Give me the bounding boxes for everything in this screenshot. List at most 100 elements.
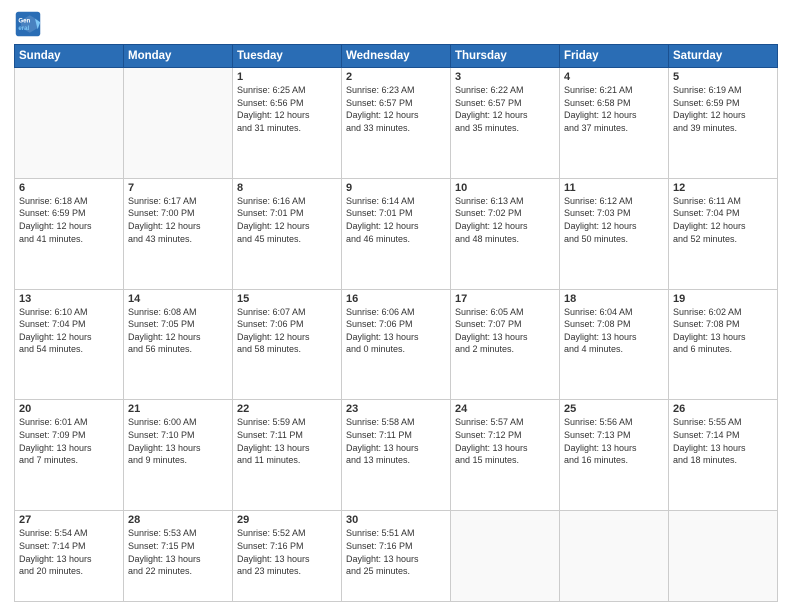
- day-number: 30: [346, 514, 446, 526]
- day-info: Sunrise: 6:02 AM Sunset: 7:08 PM Dayligh…: [673, 306, 773, 356]
- day-number: 29: [237, 514, 337, 526]
- logo: Gen eral: [14, 10, 46, 38]
- day-number: 24: [455, 403, 555, 415]
- calendar-cell: 13Sunrise: 6:10 AM Sunset: 7:04 PM Dayli…: [15, 289, 124, 400]
- day-info: Sunrise: 6:21 AM Sunset: 6:58 PM Dayligh…: [564, 84, 664, 134]
- calendar-cell: 15Sunrise: 6:07 AM Sunset: 7:06 PM Dayli…: [233, 289, 342, 400]
- day-number: 8: [237, 182, 337, 194]
- day-info: Sunrise: 5:52 AM Sunset: 7:16 PM Dayligh…: [237, 527, 337, 577]
- calendar-cell: 19Sunrise: 6:02 AM Sunset: 7:08 PM Dayli…: [669, 289, 778, 400]
- day-info: Sunrise: 6:14 AM Sunset: 7:01 PM Dayligh…: [346, 195, 446, 245]
- day-info: Sunrise: 6:11 AM Sunset: 7:04 PM Dayligh…: [673, 195, 773, 245]
- calendar-cell: 9Sunrise: 6:14 AM Sunset: 7:01 PM Daylig…: [342, 178, 451, 289]
- day-info: Sunrise: 6:00 AM Sunset: 7:10 PM Dayligh…: [128, 416, 228, 466]
- day-info: Sunrise: 6:01 AM Sunset: 7:09 PM Dayligh…: [19, 416, 119, 466]
- calendar-cell: 22Sunrise: 5:59 AM Sunset: 7:11 PM Dayli…: [233, 400, 342, 511]
- calendar-cell: 16Sunrise: 6:06 AM Sunset: 7:06 PM Dayli…: [342, 289, 451, 400]
- day-number: 15: [237, 293, 337, 305]
- day-info: Sunrise: 5:53 AM Sunset: 7:15 PM Dayligh…: [128, 527, 228, 577]
- day-number: 12: [673, 182, 773, 194]
- day-info: Sunrise: 5:55 AM Sunset: 7:14 PM Dayligh…: [673, 416, 773, 466]
- day-number: 28: [128, 514, 228, 526]
- calendar-cell: 1Sunrise: 6:25 AM Sunset: 6:56 PM Daylig…: [233, 68, 342, 179]
- day-info: Sunrise: 5:57 AM Sunset: 7:12 PM Dayligh…: [455, 416, 555, 466]
- calendar-cell: 28Sunrise: 5:53 AM Sunset: 7:15 PM Dayli…: [124, 511, 233, 602]
- day-info: Sunrise: 6:06 AM Sunset: 7:06 PM Dayligh…: [346, 306, 446, 356]
- day-info: Sunrise: 5:56 AM Sunset: 7:13 PM Dayligh…: [564, 416, 664, 466]
- day-number: 23: [346, 403, 446, 415]
- calendar-cell: 21Sunrise: 6:00 AM Sunset: 7:10 PM Dayli…: [124, 400, 233, 511]
- day-info: Sunrise: 6:13 AM Sunset: 7:02 PM Dayligh…: [455, 195, 555, 245]
- calendar-cell: 7Sunrise: 6:17 AM Sunset: 7:00 PM Daylig…: [124, 178, 233, 289]
- day-info: Sunrise: 6:17 AM Sunset: 7:00 PM Dayligh…: [128, 195, 228, 245]
- svg-text:Gen: Gen: [18, 17, 30, 24]
- calendar-cell: 23Sunrise: 5:58 AM Sunset: 7:11 PM Dayli…: [342, 400, 451, 511]
- day-info: Sunrise: 6:05 AM Sunset: 7:07 PM Dayligh…: [455, 306, 555, 356]
- day-number: 16: [346, 293, 446, 305]
- day-number: 17: [455, 293, 555, 305]
- calendar-cell: 11Sunrise: 6:12 AM Sunset: 7:03 PM Dayli…: [560, 178, 669, 289]
- calendar-header-tuesday: Tuesday: [233, 45, 342, 68]
- calendar-cell: 18Sunrise: 6:04 AM Sunset: 7:08 PM Dayli…: [560, 289, 669, 400]
- calendar-week-2: 6Sunrise: 6:18 AM Sunset: 6:59 PM Daylig…: [15, 178, 778, 289]
- day-number: 25: [564, 403, 664, 415]
- day-info: Sunrise: 6:07 AM Sunset: 7:06 PM Dayligh…: [237, 306, 337, 356]
- day-info: Sunrise: 5:54 AM Sunset: 7:14 PM Dayligh…: [19, 527, 119, 577]
- day-number: 7: [128, 182, 228, 194]
- page: Gen eral SundayMondayTuesdayWednesdayThu…: [0, 0, 792, 612]
- day-number: 20: [19, 403, 119, 415]
- day-number: 18: [564, 293, 664, 305]
- calendar-cell: 3Sunrise: 6:22 AM Sunset: 6:57 PM Daylig…: [451, 68, 560, 179]
- day-number: 14: [128, 293, 228, 305]
- calendar-cell: 29Sunrise: 5:52 AM Sunset: 7:16 PM Dayli…: [233, 511, 342, 602]
- calendar-header-wednesday: Wednesday: [342, 45, 451, 68]
- day-info: Sunrise: 5:51 AM Sunset: 7:16 PM Dayligh…: [346, 527, 446, 577]
- day-info: Sunrise: 6:23 AM Sunset: 6:57 PM Dayligh…: [346, 84, 446, 134]
- calendar-cell: [669, 511, 778, 602]
- calendar-cell: 5Sunrise: 6:19 AM Sunset: 6:59 PM Daylig…: [669, 68, 778, 179]
- day-info: Sunrise: 6:16 AM Sunset: 7:01 PM Dayligh…: [237, 195, 337, 245]
- day-number: 21: [128, 403, 228, 415]
- day-number: 9: [346, 182, 446, 194]
- calendar-cell: 14Sunrise: 6:08 AM Sunset: 7:05 PM Dayli…: [124, 289, 233, 400]
- calendar-cell: [451, 511, 560, 602]
- day-number: 27: [19, 514, 119, 526]
- day-info: Sunrise: 5:58 AM Sunset: 7:11 PM Dayligh…: [346, 416, 446, 466]
- day-info: Sunrise: 6:22 AM Sunset: 6:57 PM Dayligh…: [455, 84, 555, 134]
- day-info: Sunrise: 6:25 AM Sunset: 6:56 PM Dayligh…: [237, 84, 337, 134]
- day-info: Sunrise: 6:04 AM Sunset: 7:08 PM Dayligh…: [564, 306, 664, 356]
- day-number: 22: [237, 403, 337, 415]
- day-number: 13: [19, 293, 119, 305]
- calendar-week-3: 13Sunrise: 6:10 AM Sunset: 7:04 PM Dayli…: [15, 289, 778, 400]
- day-number: 5: [673, 71, 773, 83]
- calendar-cell: [560, 511, 669, 602]
- calendar-cell: 17Sunrise: 6:05 AM Sunset: 7:07 PM Dayli…: [451, 289, 560, 400]
- calendar-week-5: 27Sunrise: 5:54 AM Sunset: 7:14 PM Dayli…: [15, 511, 778, 602]
- header: Gen eral: [14, 10, 778, 38]
- day-info: Sunrise: 6:08 AM Sunset: 7:05 PM Dayligh…: [128, 306, 228, 356]
- day-number: 2: [346, 71, 446, 83]
- calendar-header-sunday: Sunday: [15, 45, 124, 68]
- day-number: 10: [455, 182, 555, 194]
- logo-icon: Gen eral: [14, 10, 42, 38]
- day-number: 6: [19, 182, 119, 194]
- svg-text:eral: eral: [18, 25, 29, 32]
- calendar-cell: 20Sunrise: 6:01 AM Sunset: 7:09 PM Dayli…: [15, 400, 124, 511]
- calendar-header-thursday: Thursday: [451, 45, 560, 68]
- day-number: 4: [564, 71, 664, 83]
- day-number: 11: [564, 182, 664, 194]
- calendar-week-4: 20Sunrise: 6:01 AM Sunset: 7:09 PM Dayli…: [15, 400, 778, 511]
- day-info: Sunrise: 6:19 AM Sunset: 6:59 PM Dayligh…: [673, 84, 773, 134]
- day-info: Sunrise: 5:59 AM Sunset: 7:11 PM Dayligh…: [237, 416, 337, 466]
- day-number: 19: [673, 293, 773, 305]
- calendar-cell: 10Sunrise: 6:13 AM Sunset: 7:02 PM Dayli…: [451, 178, 560, 289]
- calendar-week-1: 1Sunrise: 6:25 AM Sunset: 6:56 PM Daylig…: [15, 68, 778, 179]
- day-info: Sunrise: 6:10 AM Sunset: 7:04 PM Dayligh…: [19, 306, 119, 356]
- calendar-cell: 25Sunrise: 5:56 AM Sunset: 7:13 PM Dayli…: [560, 400, 669, 511]
- calendar-cell: 27Sunrise: 5:54 AM Sunset: 7:14 PM Dayli…: [15, 511, 124, 602]
- day-number: 1: [237, 71, 337, 83]
- calendar-cell: [124, 68, 233, 179]
- calendar-cell: 24Sunrise: 5:57 AM Sunset: 7:12 PM Dayli…: [451, 400, 560, 511]
- day-number: 3: [455, 71, 555, 83]
- day-number: 26: [673, 403, 773, 415]
